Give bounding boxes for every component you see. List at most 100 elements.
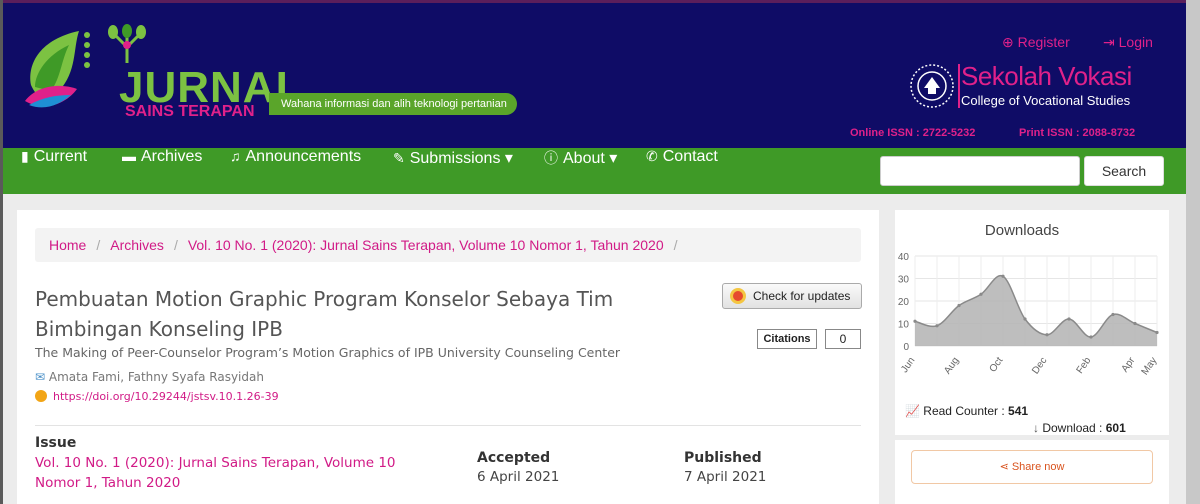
data-point xyxy=(1111,312,1115,317)
article-subtitle: The Making of Peer-Counselor Program’s M… xyxy=(35,345,621,360)
login-label: Login xyxy=(1118,34,1153,50)
y-tick-label: 40 xyxy=(898,252,910,263)
share-button[interactable]: ⋖ Share now xyxy=(911,450,1153,484)
accepted-date: 6 April 2021 xyxy=(477,469,560,485)
main-navbar: ▮ Current ▬ Archives ♫ Announcements ✎ Submi… xyxy=(3,148,1186,194)
nav-archives-label: Archives xyxy=(141,148,203,165)
logo-tagline: Wahana informasi dan alih teknologi pert… xyxy=(269,93,517,115)
check-updates-label: Check for updates xyxy=(753,289,851,303)
nav-about[interactable]: ⓘ About ▾ xyxy=(544,148,617,194)
nav-submissions[interactable]: ✎ Submissions ▾ xyxy=(393,148,513,194)
login-link[interactable]: ⇥ Login xyxy=(1103,34,1153,51)
downloads-chart: 0 10 20 30 40 Jun Aug Oct Dec Feb Apr May xyxy=(898,252,1160,377)
breadcrumb-home[interactable]: Home xyxy=(49,237,86,253)
info-icon: ⓘ xyxy=(544,150,558,166)
doi-icon xyxy=(35,390,47,402)
logo-subtitle: SAINS TERAPAN xyxy=(125,103,255,120)
read-counter: 📈 Read Counter : 541 xyxy=(905,404,1028,418)
y-tick-label: 10 xyxy=(898,320,910,331)
trend-icon: 📈 xyxy=(905,404,920,418)
school-name: Sekolah Vokasi xyxy=(961,61,1132,91)
data-point xyxy=(1045,333,1049,337)
site-header: JURNAL SAINS TERAPAN Wahana informasi da… xyxy=(3,0,1186,148)
crossmark-icon xyxy=(730,288,746,304)
citations-count: 0 xyxy=(825,329,861,349)
nav-contact[interactable]: ✆ Contact xyxy=(646,148,718,194)
series-area xyxy=(915,275,1157,346)
downloads-title: Downloads xyxy=(984,222,1060,239)
article-title: Pembuatan Motion Graphic Program Konselo… xyxy=(35,287,614,341)
phone-icon: ✆ xyxy=(646,148,658,164)
share-label: Share now xyxy=(1011,461,1065,473)
bell-icon: ♫ xyxy=(230,148,241,164)
check-for-updates-button[interactable]: Check for updates xyxy=(722,283,862,309)
accepted-heading: Accepted xyxy=(477,450,551,466)
breadcrumb-archives[interactable]: Archives xyxy=(110,237,164,253)
data-point xyxy=(935,324,939,328)
edit-icon: ✎ xyxy=(393,150,405,166)
register-label: Register xyxy=(1017,34,1070,50)
share-icon: ⋖ xyxy=(999,461,1009,473)
nav-current-label: Current xyxy=(33,148,88,165)
data-point xyxy=(1023,317,1027,321)
citations-badge[interactable]: Citations xyxy=(757,329,817,349)
nav-announcements[interactable]: ♫ Announcements xyxy=(230,148,361,194)
download-counter: ↓ Download : 601 xyxy=(1033,421,1126,435)
nav-announcements-label: Announcements xyxy=(245,148,362,165)
downloads-panel: Downloads 0 10 20 30 40 Jun Aug Oct Dec Feb Apr May… xyxy=(895,210,1169,435)
x-tick-label: Feb xyxy=(1075,355,1094,376)
search-input[interactable] xyxy=(880,156,1080,186)
login-icon: ⇥ xyxy=(1103,34,1115,50)
school-logo[interactable]: Sekolah Vokasi College of Vocational Stu… xyxy=(909,61,1159,111)
doi-link[interactable]: https://doi.org/10.29244/jstsv.10.1.26-3… xyxy=(35,390,279,403)
data-point xyxy=(1089,335,1093,339)
nav-submissions-label: Submissions ▾ xyxy=(409,150,513,167)
published-date: 7 April 2021 xyxy=(684,469,767,485)
data-point xyxy=(957,303,961,308)
journal-logo[interactable]: JURNAL SAINS TERAPAN Wahana informasi da… xyxy=(21,24,541,125)
article-authors: ✉ Amata Fami, Fathny Syafa Rasyidah xyxy=(35,370,264,384)
published-heading: Published xyxy=(684,450,762,466)
x-tick-label: Jun xyxy=(899,355,917,375)
logo-divider xyxy=(958,64,960,108)
register-link[interactable]: ⊕ Register xyxy=(1002,34,1070,51)
y-tick-label: 0 xyxy=(903,342,909,353)
download-counter-label: Download : xyxy=(1042,421,1103,435)
x-tick-label: Aug xyxy=(942,355,961,376)
data-point xyxy=(1067,317,1071,321)
nav-archives[interactable]: ▬ Archives xyxy=(122,148,202,194)
envelope-icon: ✉ xyxy=(35,370,46,384)
data-point xyxy=(1133,321,1137,326)
issue-heading: Issue xyxy=(35,435,77,451)
nav-current[interactable]: ▮ Current xyxy=(21,148,87,194)
arrow-down-icon: ↓ xyxy=(1033,421,1039,435)
share-panel: ⋖ Share now xyxy=(895,440,1169,504)
ipb-seal-icon xyxy=(910,64,954,108)
breadcrumb: Home / Archives / Vol. 10 No. 1 (2020): Jurn… xyxy=(35,228,861,262)
x-tick-label: May xyxy=(1140,355,1160,377)
breadcrumb-issue[interactable]: Vol. 10 No. 1 (2020): Jurnal Sains Terap… xyxy=(188,237,664,253)
read-counter-value: 541 xyxy=(1008,404,1029,418)
x-tick-label: Dec xyxy=(1030,355,1049,376)
read-counter-label: Read Counter : xyxy=(923,404,1005,418)
divider xyxy=(35,425,861,426)
breadcrumb-separator: / xyxy=(173,237,178,253)
online-issn: Online ISSN : 2722-5232 xyxy=(850,127,976,139)
download-counter-value: 601 xyxy=(1105,421,1126,435)
book-icon: ▮ xyxy=(21,148,29,164)
x-tick-label: Apr xyxy=(1120,355,1138,375)
nav-contact-label: Contact xyxy=(662,148,718,165)
authors-text: Amata Fami, Fathny Syafa Rasyidah xyxy=(48,370,264,384)
user-icon: ⊕ xyxy=(1002,34,1014,50)
data-point xyxy=(1155,330,1159,335)
search-button[interactable]: Search xyxy=(1084,156,1164,186)
data-point xyxy=(913,319,917,323)
article-panel: Home / Archives / Vol. 10 No. 1 (2020): Jurn… xyxy=(17,210,879,504)
print-issn: Print ISSN : 2088-8732 xyxy=(1019,127,1136,139)
issue-link[interactable]: Vol. 10 No. 1 (2020): Jurnal Sains Terap… xyxy=(35,453,425,493)
y-tick-label: 20 xyxy=(898,297,910,308)
school-subtitle: College of Vocational Studies xyxy=(961,93,1131,108)
data-point xyxy=(979,292,983,296)
tree-icon xyxy=(108,24,146,63)
y-tick-label: 30 xyxy=(898,275,910,286)
